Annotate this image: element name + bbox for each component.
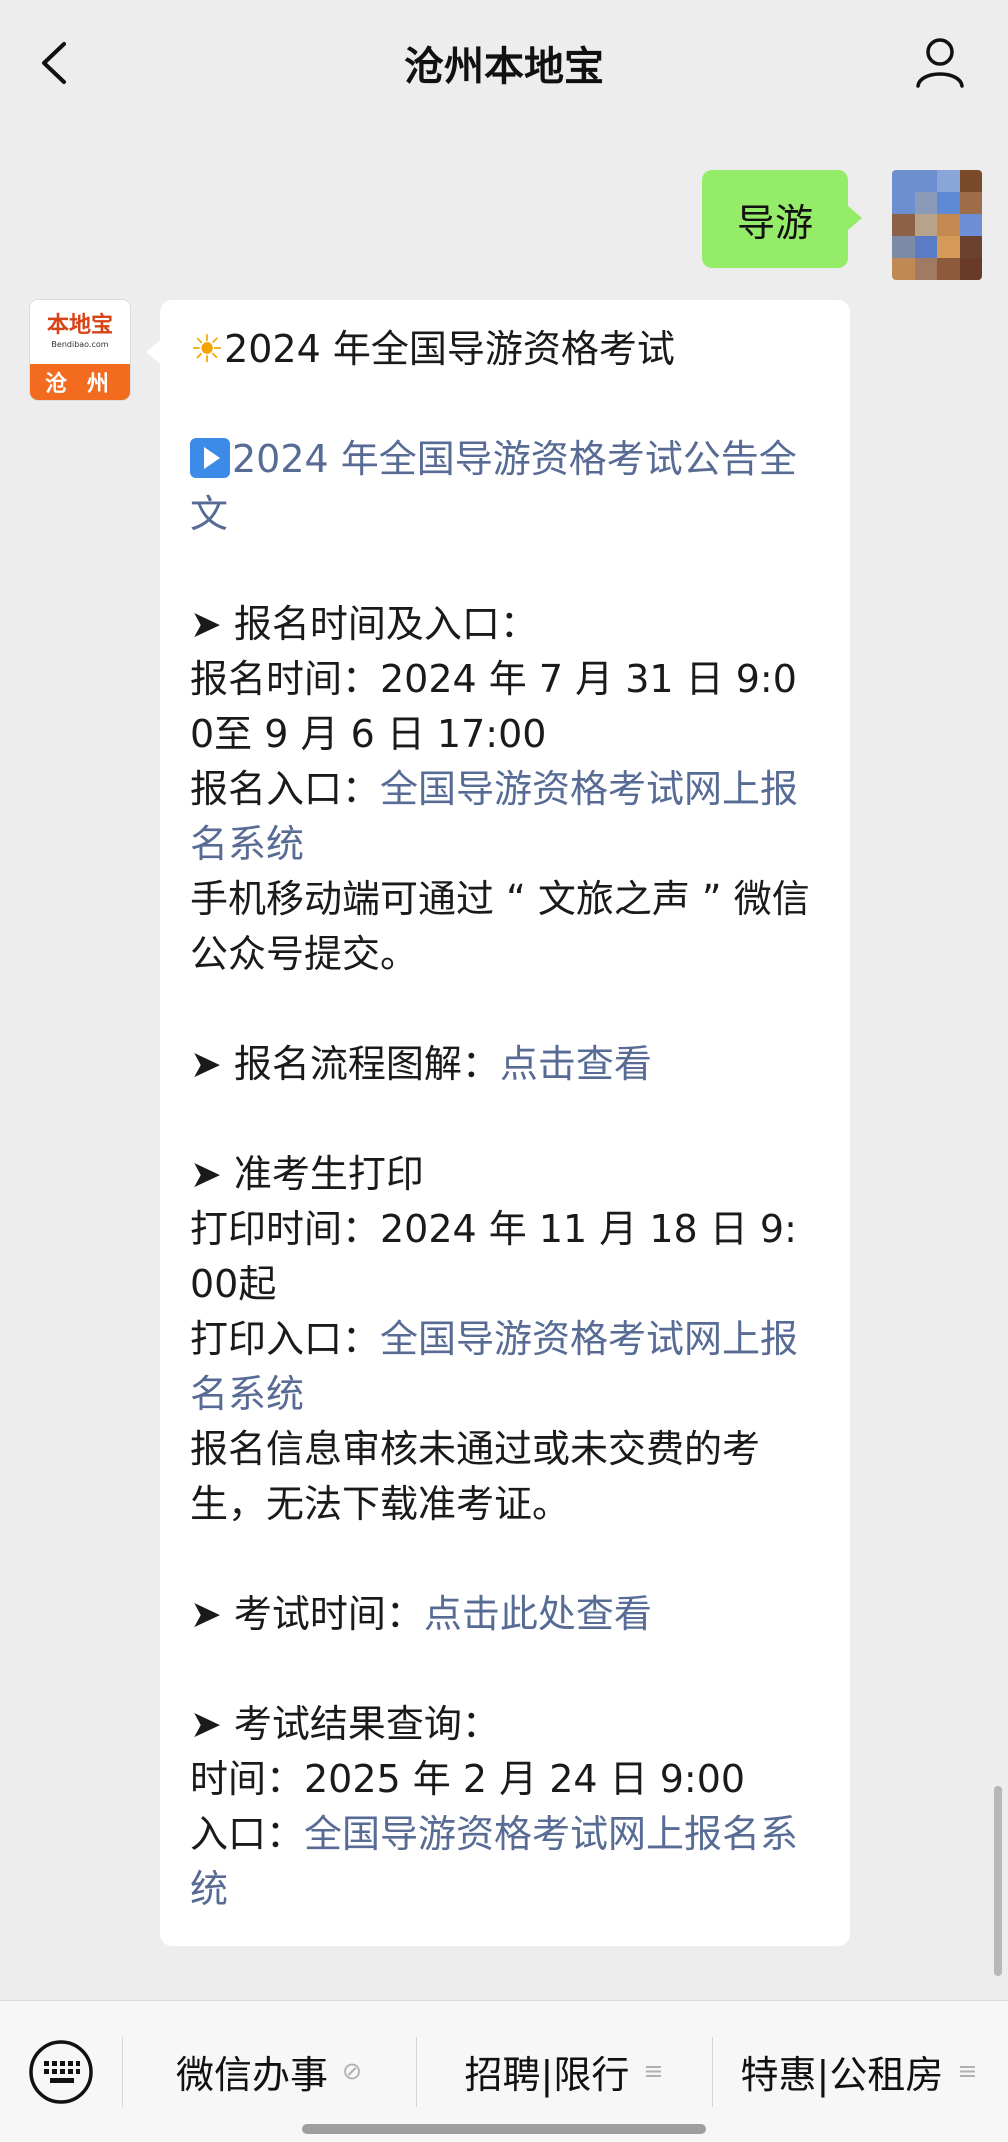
announcement-link[interactable]: 2024 年全国导游资格考试公告全文: [190, 432, 820, 542]
admit-time: 打印时间：2024 年 11 月 18 日 9:00起: [190, 1207, 797, 1306]
registration-mobile-note: 手机移动端可通过 “ 文旅之声 ” 微信公众号提交。: [190, 877, 810, 976]
exam-time-link[interactable]: 点击此处查看: [424, 1592, 652, 1636]
result-entry-line: 入口：全国导游资格考试网上报名系统: [190, 1807, 820, 1917]
admit-entry-label: 打印入口：: [190, 1317, 381, 1361]
top-nav-bar: 沧州本地宝: [0, 0, 1008, 126]
result-entry-label: 入口：: [190, 1812, 305, 1856]
outgoing-message-text: 导游: [736, 200, 813, 245]
bot-city-text: 沧 州: [30, 364, 130, 400]
chat-title: 沧州本地宝: [404, 44, 604, 90]
menu-item-label: 招聘|限行: [464, 2052, 630, 2097]
submenu-icon: ≡: [957, 2057, 978, 2085]
registration-entry-line: 报名入口：全国导游资格考试网上报名系统: [190, 762, 820, 872]
exam-time-label: ➤ 考试时间：: [190, 1592, 424, 1636]
play-icon: [190, 438, 230, 478]
submenu-icon: ≡: [643, 2057, 664, 2085]
bot-avatar[interactable]: 本地宝 Bendibao.com 沧 州: [30, 300, 130, 400]
message-title: 2024 年全国导游资格考试: [224, 327, 675, 371]
admit-entry-line: 打印入口：全国导游资格考试网上报名系统: [190, 1312, 820, 1422]
admit-note: 报名信息审核未通过或未交费的考生，无法下载准考证。: [190, 1427, 761, 1526]
bot-domain-text: Bendibao.com: [51, 340, 109, 349]
menu-item-deals-housing[interactable]: 特惠|公租房 ≡: [714, 2031, 1004, 2111]
link-icon: ⊘: [341, 2057, 363, 2085]
admit-heading: ➤ 准考生打印: [190, 1152, 424, 1196]
scrollbar[interactable]: [994, 1786, 1002, 1976]
menu-separator: [122, 2037, 123, 2107]
menu-separator: [416, 2037, 417, 2107]
my-avatar[interactable]: [892, 170, 982, 280]
home-indicator[interactable]: [302, 2124, 706, 2134]
flow-label: ➤ 报名流程图解：: [190, 1042, 500, 1086]
profile-icon[interactable]: [912, 34, 968, 90]
result-time: 时间：2025 年 2 月 24 日 9:00: [190, 1757, 746, 1801]
keyboard-icon[interactable]: [28, 2039, 94, 2105]
menu-separator: [712, 2037, 713, 2107]
registration-heading: ➤ 报名时间及入口：: [190, 602, 538, 646]
result-heading: ➤ 考试结果查询：: [190, 1702, 500, 1746]
bot-brand-text: 本地宝: [46, 313, 113, 338]
flow-line: ➤ 报名流程图解：点击查看: [190, 1037, 820, 1092]
menu-item-jobs-traffic[interactable]: 招聘|限行 ≡: [418, 2031, 710, 2111]
menu-item-label: 微信办事: [175, 2052, 328, 2097]
announcement-link-text: 2024 年全国导游资格考试公告全文: [190, 437, 797, 536]
message-title-line: ☀2024 年全国导游资格考试: [190, 322, 820, 377]
outgoing-message-bubble[interactable]: 导游: [702, 170, 862, 268]
registration-time: 报名时间：2024 年 7 月 31 日 9:00至 9 月 6 日 17:00: [190, 657, 797, 756]
incoming-message-bubble: ☀2024 年全国导游资格考试 2024 年全国导游资格考试公告全文 ➤ 报名时…: [146, 300, 850, 1946]
sun-icon: ☀: [190, 327, 225, 371]
exam-time-line: ➤ 考试时间：点击此处查看: [190, 1587, 820, 1642]
bottom-menu-bar: 微信办事 ⊘ 招聘|限行 ≡ 特惠|公租房 ≡: [0, 2000, 1008, 2142]
menu-item-wechat-service[interactable]: 微信办事 ⊘: [124, 2031, 414, 2111]
menu-item-label: 特惠|公租房: [740, 2052, 944, 2097]
registration-entry-label: 报名入口：: [190, 767, 381, 811]
flow-link[interactable]: 点击查看: [500, 1042, 652, 1086]
bot-avatar-logo: 本地宝 Bendibao.com: [30, 300, 130, 364]
